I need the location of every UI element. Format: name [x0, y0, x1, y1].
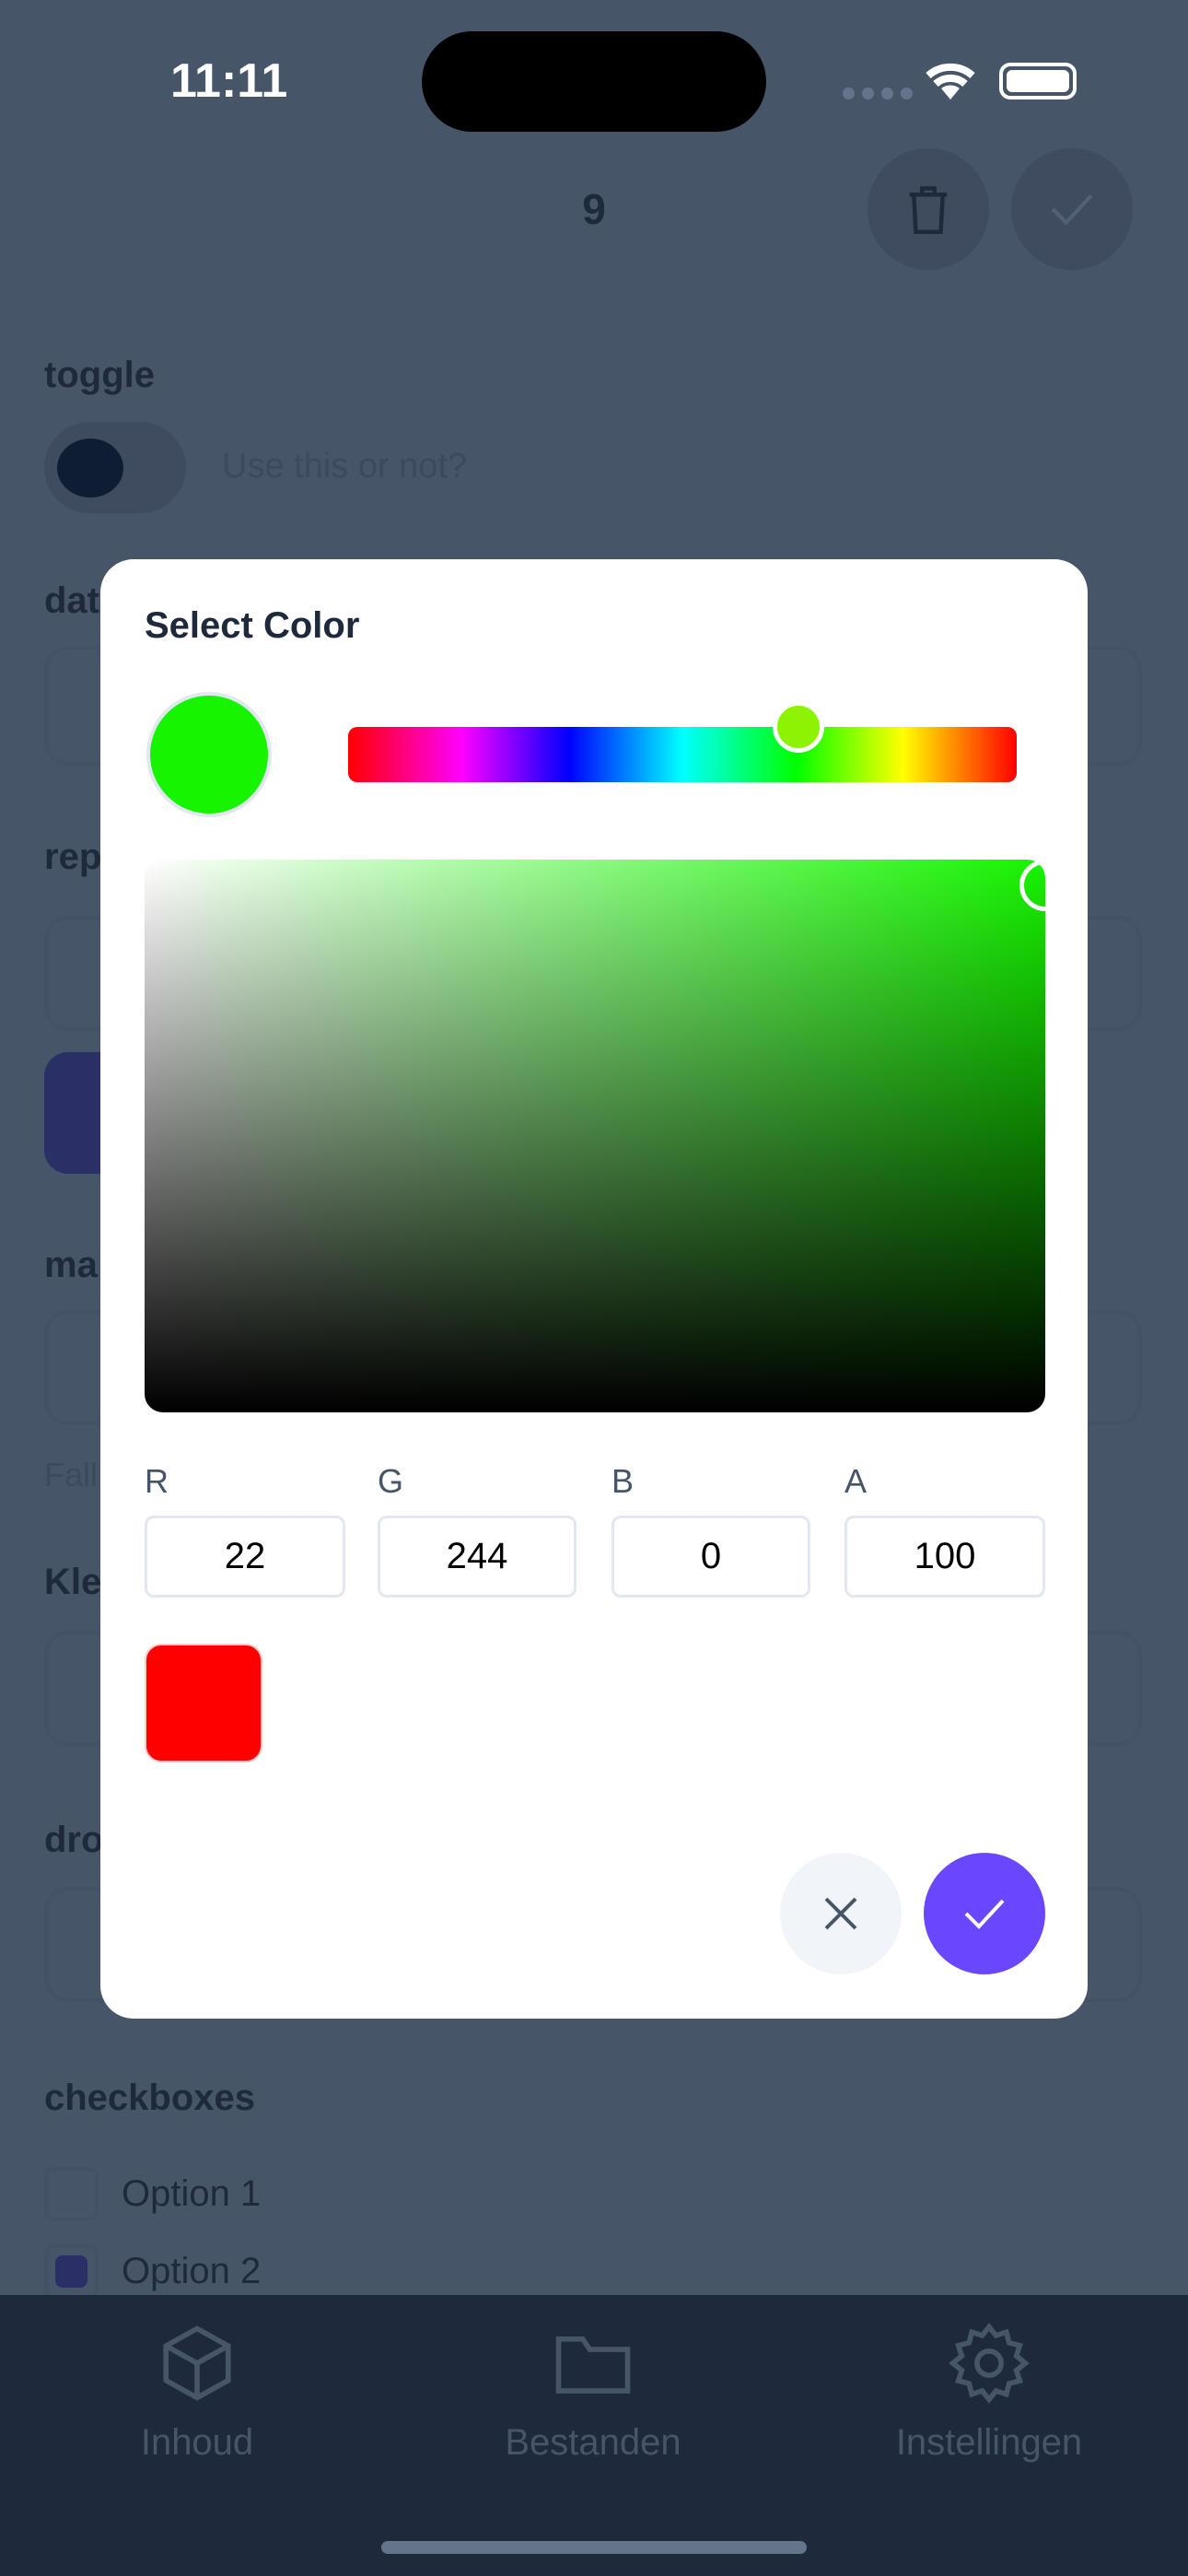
confirm-button[interactable]: [924, 1853, 1045, 1974]
sv-thumb[interactable]: [1019, 860, 1045, 911]
current-color-preview: [146, 692, 272, 817]
gear-icon: [949, 2323, 1030, 2404]
saturation-value-area[interactable]: [145, 860, 1045, 1412]
tab-bestanden[interactable]: Bestanden: [427, 2322, 759, 2464]
green-input[interactable]: 244: [378, 1516, 577, 1598]
status-time: 11:11: [170, 54, 288, 108]
hue-slider[interactable]: [348, 701, 1017, 782]
checkbox-label: Option 2: [122, 2251, 262, 2291]
channel-label-g: G: [378, 1462, 404, 1500]
tab-inhoud[interactable]: Inhoud: [31, 2322, 363, 2464]
cube-icon: [163, 2325, 231, 2401]
color-swatch-red[interactable]: [145, 1644, 262, 1762]
channel-label-r: R: [145, 1462, 169, 1500]
toggle-label: toggle: [44, 355, 155, 395]
dynamic-island: [422, 31, 766, 132]
channel-label-b: B: [611, 1462, 635, 1500]
tab-label: Bestanden: [505, 2422, 681, 2463]
save-button[interactable]: [1011, 148, 1133, 270]
dropdown-label: dro: [44, 1820, 104, 1860]
blue-input[interactable]: 0: [611, 1516, 810, 1598]
checkbox[interactable]: [44, 2244, 99, 2299]
alpha-input[interactable]: 100: [844, 1516, 1045, 1598]
folder-icon: [555, 2336, 631, 2394]
close-icon: [824, 1897, 857, 1930]
red-input[interactable]: 22: [145, 1516, 345, 1598]
ma-hint: Fall: [44, 1456, 99, 1493]
hue-thumb[interactable]: [773, 701, 824, 753]
color-label: Kle: [44, 1562, 102, 1602]
checkbox-label: Option 1: [122, 2173, 262, 2214]
tab-instellingen[interactable]: Instellingen: [823, 2322, 1155, 2464]
toggle-description: Use this or not?: [222, 447, 468, 486]
home-indicator: [381, 2541, 807, 2554]
check-icon: [964, 1899, 1005, 1929]
checkbox-option-2[interactable]: Option 2: [44, 2244, 261, 2299]
checkbox[interactable]: [44, 2167, 99, 2221]
repeat-label: rep: [44, 837, 102, 877]
tab-label: Instellingen: [895, 2422, 1083, 2463]
color-picker-dialog: Select Color R G B A 22 244 0 100: [100, 559, 1088, 2019]
delete-button[interactable]: [868, 148, 989, 270]
check-icon: [1051, 193, 1093, 226]
trash-icon: [909, 186, 948, 234]
checkbox-option-1[interactable]: Option 1: [44, 2167, 261, 2221]
toggle-switch[interactable]: [44, 422, 186, 513]
ma-label: ma: [44, 1245, 98, 1285]
battery-icon: [999, 63, 1077, 100]
toggle-knob: [57, 439, 123, 498]
wifi-icon: [926, 63, 975, 100]
page-title: 9: [582, 185, 606, 233]
dialog-title: Select Color: [145, 605, 360, 646]
channel-label-a: A: [844, 1462, 868, 1500]
signal-icon: [843, 88, 913, 100]
cancel-button[interactable]: [780, 1853, 902, 1974]
date-label: dat: [44, 580, 99, 621]
tab-label: Inhoud: [140, 2422, 254, 2463]
checkboxes-label: checkboxes: [44, 2078, 256, 2118]
